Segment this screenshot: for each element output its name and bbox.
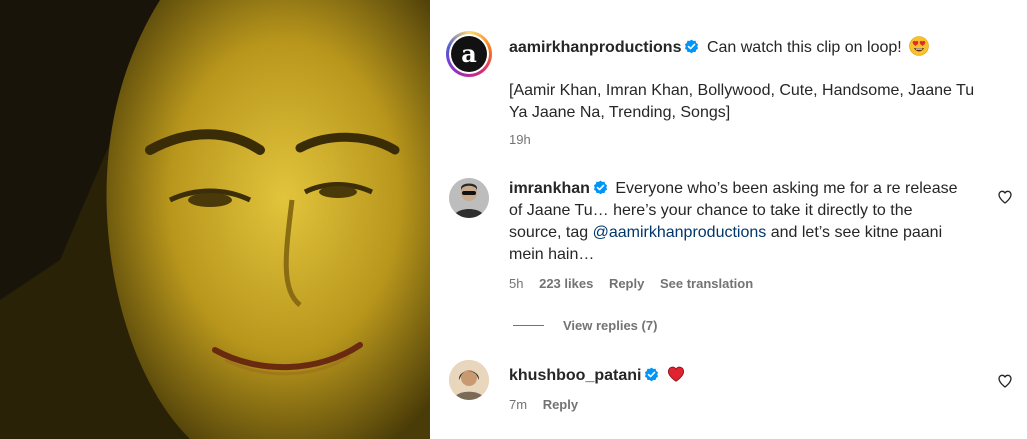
commenter-avatar[interactable]: [449, 178, 489, 218]
comment-body: khushboo_patani: [509, 365, 989, 387]
comment-username[interactable]: khushboo_patani: [509, 367, 641, 384]
post-tags: [Aamir Khan, Imran Khan, Bollywood, Cute…: [509, 82, 975, 121]
replies-divider: [513, 325, 544, 326]
mention-link[interactable]: @aamirkhanproductions: [593, 224, 767, 241]
author-logo: a: [451, 36, 487, 72]
heart-outline-icon[interactable]: [997, 189, 1013, 205]
verified-badge-icon: [645, 367, 659, 382]
caption-text: Can watch this clip on loop!: [706, 39, 902, 56]
heart-eyes-emoji: [909, 36, 929, 56]
verified-badge-icon: [593, 180, 607, 195]
reply-button[interactable]: Reply: [609, 276, 644, 291]
comment-time[interactable]: 7m: [509, 397, 527, 412]
media-frame-illustration: [0, 0, 430, 439]
comment-meta: 5h 223 likes Reply See translation: [509, 276, 765, 292]
avatar-photo: [449, 178, 489, 218]
see-translation-button[interactable]: See translation: [660, 276, 753, 291]
red-heart-emoji: [667, 366, 684, 382]
post-meta: 19h: [509, 132, 543, 148]
avatar-photo: [449, 360, 489, 400]
comment-username[interactable]: imrankhan: [509, 180, 590, 197]
post-time[interactable]: 19h: [509, 132, 531, 147]
comment-meta: 7m Reply: [509, 397, 590, 413]
view-replies-label: View replies (7): [563, 318, 658, 333]
heart-outline-icon[interactable]: [997, 373, 1013, 389]
author-username[interactable]: aamirkhanproductions: [509, 39, 681, 56]
author-avatar[interactable]: a: [446, 31, 492, 77]
avatar-inner: a: [449, 34, 489, 74]
view-replies-button[interactable]: View replies (7): [513, 318, 657, 333]
comment-time[interactable]: 5h: [509, 276, 523, 291]
reply-button[interactable]: Reply: [543, 397, 578, 412]
commenter-avatar[interactable]: [449, 360, 489, 400]
likes-count[interactable]: 223 likes: [539, 276, 593, 291]
comment-body: imrankhan Everyone who’s been asking me …: [509, 178, 959, 266]
verified-badge-icon: [685, 39, 699, 54]
post-media[interactable]: [0, 0, 430, 439]
post-caption: aamirkhanproductions Can watch this clip…: [509, 36, 989, 59]
